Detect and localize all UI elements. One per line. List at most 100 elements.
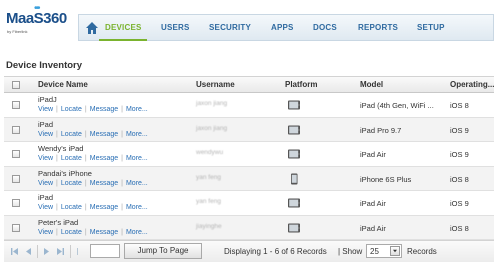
link-separator: | bbox=[56, 179, 58, 187]
tablet-icon bbox=[287, 148, 301, 160]
more-link[interactable]: More... bbox=[126, 229, 148, 236]
table-row[interactable]: iPadJ View | Locate | Message | More... jaxon ji… bbox=[4, 93, 494, 118]
chevron-down-icon[interactable] bbox=[390, 246, 400, 256]
message-link[interactable]: Message bbox=[90, 204, 118, 211]
pager-divider bbox=[37, 245, 38, 258]
more-link[interactable]: More... bbox=[126, 131, 148, 138]
select-all-checkbox[interactable] bbox=[12, 81, 20, 89]
row-checkbox[interactable] bbox=[12, 223, 20, 232]
view-link[interactable]: View bbox=[38, 131, 53, 138]
device-name: Wendy's iPad bbox=[38, 144, 84, 153]
view-link[interactable]: View bbox=[38, 204, 53, 211]
row-actions: View | Locate | Message | More... bbox=[38, 204, 148, 211]
nav-tab-devices[interactable]: DEVICES bbox=[105, 23, 142, 32]
page-number-input[interactable] bbox=[90, 244, 120, 258]
row-checkbox[interactable] bbox=[12, 101, 20, 109]
message-link[interactable]: Message bbox=[90, 106, 118, 113]
device-name: iPad bbox=[38, 119, 54, 129]
operating-system: iOS 8 bbox=[450, 174, 469, 184]
device-model: iPhone 6S Plus bbox=[360, 174, 412, 184]
operating-system: iOS 8 bbox=[450, 223, 469, 233]
nav-tab-apps[interactable]: APPS bbox=[271, 23, 294, 32]
view-link[interactable]: View bbox=[38, 106, 53, 113]
table-row[interactable]: Peter's iPad View | Locate | Message | More... j… bbox=[4, 215, 494, 240]
more-link[interactable]: More... bbox=[126, 155, 148, 162]
nav-tab-setup[interactable]: SETUP bbox=[417, 23, 445, 32]
username: jaxon jiang bbox=[196, 124, 228, 132]
row-checkbox[interactable] bbox=[12, 150, 20, 158]
next-page-icon[interactable] bbox=[42, 247, 51, 256]
more-link[interactable]: More... bbox=[126, 204, 148, 211]
table-row[interactable]: iPad View | Locate | Message | More... jaxon jia… bbox=[4, 117, 494, 142]
link-separator: | bbox=[56, 155, 58, 162]
locate-link[interactable]: Locate bbox=[61, 229, 82, 236]
row-checkbox[interactable] bbox=[12, 125, 20, 134]
table-row[interactable]: Wendy's iPad View | Locate | Message | More... w… bbox=[4, 142, 494, 167]
table-row[interactable]: Pandai's iPhone View | Locate | Message | More.… bbox=[4, 166, 494, 191]
view-link[interactable]: View bbox=[38, 229, 53, 236]
link-separator: | bbox=[56, 106, 58, 113]
nav-tab-security[interactable]: SECURITY bbox=[209, 23, 251, 32]
username: yan feng bbox=[196, 173, 221, 181]
locate-link[interactable]: Locate bbox=[61, 204, 82, 211]
nav-tab-reports[interactable]: REPORTS bbox=[358, 23, 398, 32]
link-separator: | bbox=[121, 228, 123, 236]
device-model: iPad (4th Gen, WiFi ... bbox=[360, 101, 434, 110]
message-link[interactable]: Message bbox=[90, 155, 118, 162]
device-name: Pandai's iPhone bbox=[38, 168, 92, 178]
row-checkbox[interactable] bbox=[12, 174, 20, 183]
home-icon[interactable] bbox=[85, 21, 99, 35]
locate-link[interactable]: Locate bbox=[61, 180, 82, 187]
records-status: Displaying 1 - 6 of 6 Records bbox=[224, 247, 327, 256]
column-header-model[interactable]: Model bbox=[360, 80, 383, 89]
nav-tab-docs[interactable]: DOCS bbox=[313, 23, 337, 32]
records-label: Records bbox=[407, 247, 437, 256]
message-link[interactable]: Message bbox=[90, 229, 118, 236]
jump-to-page-button[interactable]: Jump To Page bbox=[124, 243, 202, 259]
nav-tab-users[interactable]: USERS bbox=[161, 23, 190, 32]
locate-link[interactable]: Locate bbox=[61, 131, 82, 138]
tablet-icon bbox=[287, 124, 301, 136]
device-name: iPadJ bbox=[38, 95, 57, 104]
link-separator: | bbox=[121, 204, 123, 211]
link-separator: | bbox=[56, 130, 58, 138]
more-link[interactable]: More... bbox=[126, 180, 148, 187]
locate-link[interactable]: Locate bbox=[61, 106, 82, 113]
table-body: iPadJ View | Locate | Message | More... jaxon ji… bbox=[4, 93, 494, 240]
link-separator: | bbox=[121, 155, 123, 162]
device-table: Device Name Username Platform Model Oper… bbox=[4, 76, 494, 240]
view-link[interactable]: View bbox=[38, 180, 53, 187]
active-tab-indicator bbox=[99, 39, 147, 41]
link-separator: | bbox=[84, 130, 87, 138]
pager-divider bbox=[70, 245, 71, 258]
message-link[interactable]: Message bbox=[90, 180, 118, 187]
first-page-icon[interactable] bbox=[10, 247, 19, 256]
message-link[interactable]: Message bbox=[90, 131, 118, 138]
column-header-platform[interactable]: Platform bbox=[285, 80, 317, 89]
locate-link[interactable]: Locate bbox=[61, 155, 82, 162]
more-link[interactable]: More... bbox=[126, 106, 148, 113]
device-name: iPad bbox=[38, 193, 54, 202]
show-label: | Show bbox=[338, 247, 363, 256]
maas360-logo[interactable]: ••• MaaS360 by Fiberlink bbox=[6, 3, 70, 40]
view-link[interactable]: View bbox=[38, 155, 53, 162]
link-separator: | bbox=[84, 228, 87, 236]
row-checkbox[interactable] bbox=[12, 199, 20, 207]
row-actions: View | Locate | Message | More... bbox=[38, 229, 148, 236]
logo-text: MaaS360 bbox=[6, 10, 67, 27]
username: yan feng bbox=[196, 198, 221, 205]
page-size-select[interactable]: 25 bbox=[366, 244, 402, 258]
refresh-icon[interactable] bbox=[76, 247, 85, 256]
device-model: iPad Air bbox=[360, 223, 386, 233]
device-model: iPad Air bbox=[360, 150, 386, 159]
column-header-username[interactable]: Username bbox=[196, 80, 235, 89]
table-row[interactable]: iPad View | Locate | Message | More... yan feng i… bbox=[4, 191, 494, 216]
column-header-device-name[interactable]: Device Name bbox=[38, 80, 88, 89]
previous-page-icon[interactable] bbox=[24, 247, 33, 256]
link-separator: | bbox=[121, 179, 123, 187]
last-page-icon[interactable] bbox=[56, 247, 65, 256]
column-header-operating-system[interactable]: Operating... bbox=[450, 80, 494, 89]
link-separator: | bbox=[84, 179, 87, 187]
tablet-icon bbox=[287, 222, 301, 234]
device-model: iPad Pro 9.7 bbox=[360, 125, 402, 135]
